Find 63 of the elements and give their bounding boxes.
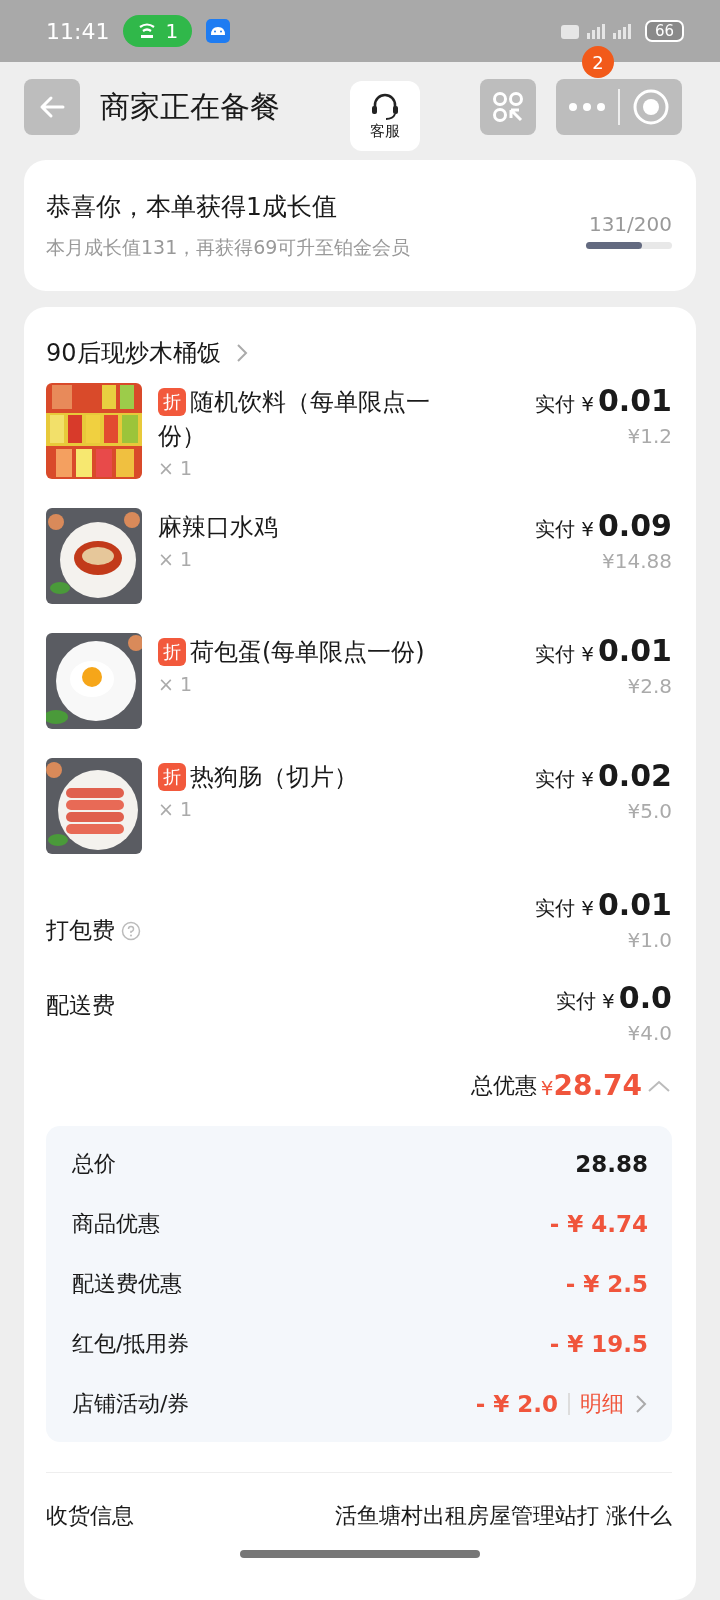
item-quantity: × 1 (158, 798, 194, 820)
chevron-right-icon (234, 342, 249, 364)
scan-button[interactable] (480, 79, 536, 135)
target-circle-icon (632, 88, 670, 126)
original-price: ¥1.0 (627, 928, 672, 952)
original-price: ¥4.0 (627, 1021, 672, 1045)
breakdown-value: - ¥ 2.0 (475, 1391, 558, 1417)
growth-title: 恭喜你，本单获得1成长值 (46, 191, 338, 223)
breakdown-label: 商品优惠 (72, 1210, 160, 1238)
paid-amount: 0.01 (597, 887, 672, 922)
growth-progress-text: 131/200 (588, 212, 672, 236)
fee-name: 打包费 (46, 916, 115, 945)
paid-amount: 0.09 (597, 508, 672, 543)
breakdown-value: - ¥ 4.74 (549, 1211, 648, 1237)
fee-name: 配送费 (46, 991, 115, 1020)
breakdown-label: 总价 (72, 1150, 116, 1178)
breakdown-value: - ¥ 19.5 (549, 1331, 648, 1357)
delivery-label: 收货信息 (46, 1502, 134, 1530)
paid-label: 实付 ¥ (534, 641, 594, 668)
breakdown-label: 配送费优惠 (72, 1270, 182, 1298)
paid-amount: 0.01 (597, 383, 672, 418)
paid-label: 实付 ¥ (534, 516, 594, 543)
paid-label: 实付 ¥ (534, 766, 594, 793)
status-time: 11:41 (46, 18, 110, 44)
breakdown-value: 28.88 (575, 1151, 648, 1177)
paid-amount: 0.01 (597, 633, 672, 668)
scan-icon (491, 90, 525, 124)
customer-service-button[interactable]: 客服 (350, 81, 420, 151)
item-name: 麻辣口水鸡 (158, 512, 279, 543)
back-button[interactable] (24, 79, 80, 135)
store-name-link[interactable]: 90后现炒木桶饭 (46, 337, 672, 369)
more-dots-icon (567, 102, 607, 112)
item-name: 折 荷包蛋(每单限点一份) (158, 635, 468, 669)
page-title: 商家正在备餐 (100, 87, 280, 126)
paid-label: 实付 ¥ (534, 895, 594, 922)
paid-amount: 0.02 (597, 758, 672, 793)
breakdown-label: 红包/抵用券 (72, 1330, 190, 1358)
original-price: ¥2.8 (627, 674, 672, 698)
home-indicator[interactable] (240, 1550, 480, 1558)
item-name: 折 热狗肠（切片） (158, 760, 468, 794)
item-quantity: × 1 (158, 548, 194, 570)
original-price: ¥1.2 (627, 424, 672, 448)
android-icon (206, 19, 231, 43)
battery-indicator: 66 (644, 20, 684, 42)
breakdown-label: 店铺活动/券 (72, 1390, 190, 1418)
hotspot-pill: 1 (123, 15, 193, 47)
chevron-right-icon[interactable] (634, 1393, 648, 1415)
original-price: ¥14.88 (602, 549, 672, 573)
item-name: 折 随机饮料（每单限点一份） (158, 387, 431, 452)
item-quantity: × 1 (158, 673, 194, 695)
total-discount-amount: ¥28.74 (540, 1069, 642, 1102)
item-quantity: × 1 (158, 457, 194, 479)
paid-amount: 0.0 (618, 980, 672, 1015)
growth-subtitle: 本月成长值131，再获得69可升至铂金会员 (46, 235, 412, 260)
original-price: ¥5.0 (627, 799, 672, 823)
signal-icons (560, 23, 631, 39)
breakdown-value: - ¥ 2.5 (565, 1271, 648, 1297)
total-discount-label: 总优惠 (470, 1071, 537, 1100)
delivery-address: 活鱼塘村出租房屋管理站打 涨什么 (335, 1502, 672, 1530)
help-icon[interactable] (121, 920, 141, 941)
notification-badge: 2 (582, 46, 614, 78)
paid-label: 实付 ¥ (534, 391, 594, 418)
paid-label: 实付 ¥ (555, 988, 615, 1015)
